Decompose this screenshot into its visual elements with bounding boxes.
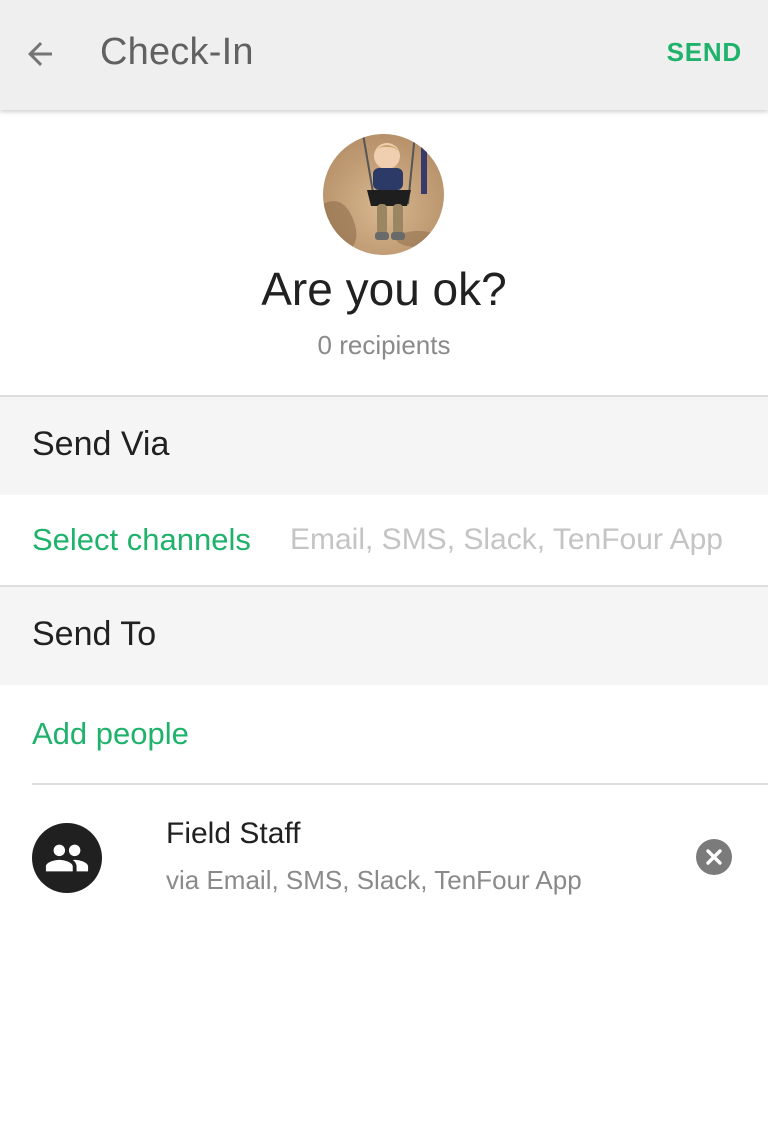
back-button[interactable] xyxy=(14,28,66,80)
avatar[interactable] xyxy=(323,134,444,255)
arrow-left-icon xyxy=(28,42,52,66)
message-summary: Are you ok? 0 recipients xyxy=(0,110,768,395)
send-via-header: Send Via xyxy=(0,397,768,495)
group-name: Field Staff xyxy=(166,817,301,850)
group-icon xyxy=(45,844,89,872)
send-to-header: Send To xyxy=(0,587,768,685)
app-bar: Check-In SEND xyxy=(0,0,768,110)
close-icon xyxy=(706,849,722,865)
avatar-photo xyxy=(323,134,444,255)
group-avatar xyxy=(32,823,102,893)
select-channels-row[interactable]: Select channels Email, SMS, Slack, TenFo… xyxy=(0,495,768,585)
remove-group-button[interactable] xyxy=(696,839,732,875)
app-title: Check-In xyxy=(100,31,254,73)
section-title: Send To xyxy=(32,615,157,653)
group-channels: via Email, SMS, Slack, TenFour App xyxy=(166,865,582,895)
send-button[interactable]: SEND xyxy=(667,37,742,68)
recipient-count: 0 recipients xyxy=(317,330,451,360)
add-people-row[interactable]: Add people xyxy=(0,685,768,783)
select-channels-link[interactable]: Select channels xyxy=(32,522,251,558)
list-item: Field Staff via Email, SMS, Slack, TenFo… xyxy=(0,785,768,925)
section-title: Send Via xyxy=(32,425,170,463)
channels-value: Email, SMS, Slack, TenFour App xyxy=(290,523,723,556)
add-people-link[interactable]: Add people xyxy=(32,716,189,752)
message-title: Are you ok? xyxy=(261,263,507,315)
